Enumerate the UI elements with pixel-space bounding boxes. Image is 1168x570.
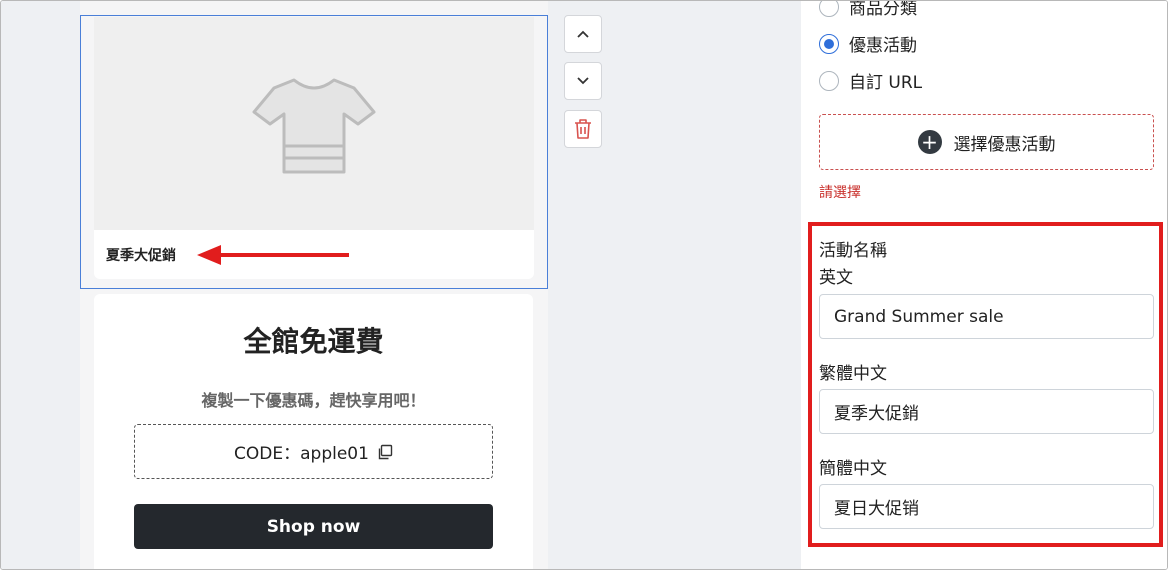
- coupon-code-box[interactable]: CODE：apple01: [134, 424, 493, 479]
- radio-button[interactable]: [819, 70, 839, 91]
- plus-circle-icon: +: [917, 130, 942, 154]
- radio-option-category[interactable]: 商品分類: [819, 0, 917, 19]
- settings-panel: 商品分類 優惠活動 自訂 URL + 選擇優惠活動 請選擇 活動名稱 英文 Gr…: [801, 0, 1167, 569]
- delete-button[interactable]: [564, 110, 602, 148]
- trash-icon: [575, 119, 591, 139]
- red-arrow-annotation: [197, 245, 349, 265]
- promo-card: 全館免運費 複製一下優惠碼，趕快享用吧！ CODE：apple01 Shop n…: [94, 294, 533, 569]
- app-frame: 夏季大促銷 全館免運費 複製一下優惠碼，趕快享用吧！ CODE：apple01: [0, 0, 1168, 570]
- radio-option-custom-url[interactable]: 自訂 URL: [819, 68, 922, 93]
- move-down-button[interactable]: [564, 62, 602, 100]
- field-label-simplified-chinese: 簡體中文: [819, 459, 887, 479]
- name-input-traditional-chinese[interactable]: 夏季大促銷: [819, 389, 1154, 434]
- radio-label: 優惠活動: [849, 36, 917, 56]
- shop-now-button[interactable]: Shop now: [134, 504, 493, 549]
- activity-name-label: 活動名稱: [819, 241, 887, 261]
- coupon-code-text: CODE：apple01: [234, 444, 369, 464]
- radio-button[interactable]: [819, 1, 839, 17]
- promo-subtitle: 複製一下優惠碼，趕快享用吧！: [201, 391, 426, 410]
- validation-error: 請選擇: [819, 185, 861, 201]
- banner-title: 夏季大促銷: [106, 248, 176, 264]
- radio-label: 自訂 URL: [849, 73, 923, 93]
- select-promotion-button[interactable]: + 選擇優惠活動: [819, 114, 1154, 170]
- copy-icon[interactable]: [377, 444, 393, 460]
- move-up-button[interactable]: [564, 15, 602, 53]
- name-input-simplified-chinese[interactable]: 夏日大促销: [819, 484, 1154, 529]
- select-promotion-label: 選擇優惠活動: [953, 134, 1056, 155]
- radio-option-promotion[interactable]: 優惠活動: [819, 31, 917, 56]
- field-label-traditional-chinese: 繁體中文: [819, 364, 887, 384]
- image-placeholder: [94, 17, 534, 230]
- radio-label: 商品分類: [849, 0, 917, 19]
- name-input-english[interactable]: Grand Summer sale: [819, 294, 1154, 339]
- radio-button-selected[interactable]: [819, 33, 839, 54]
- chevron-down-icon: [577, 77, 589, 85]
- field-label-english: 英文: [819, 268, 853, 288]
- chevron-up-icon: [577, 30, 589, 38]
- tshirt-icon: [252, 78, 376, 173]
- banner-card: 夏季大促銷: [94, 17, 534, 279]
- promo-title: 全館免運費: [243, 325, 384, 358]
